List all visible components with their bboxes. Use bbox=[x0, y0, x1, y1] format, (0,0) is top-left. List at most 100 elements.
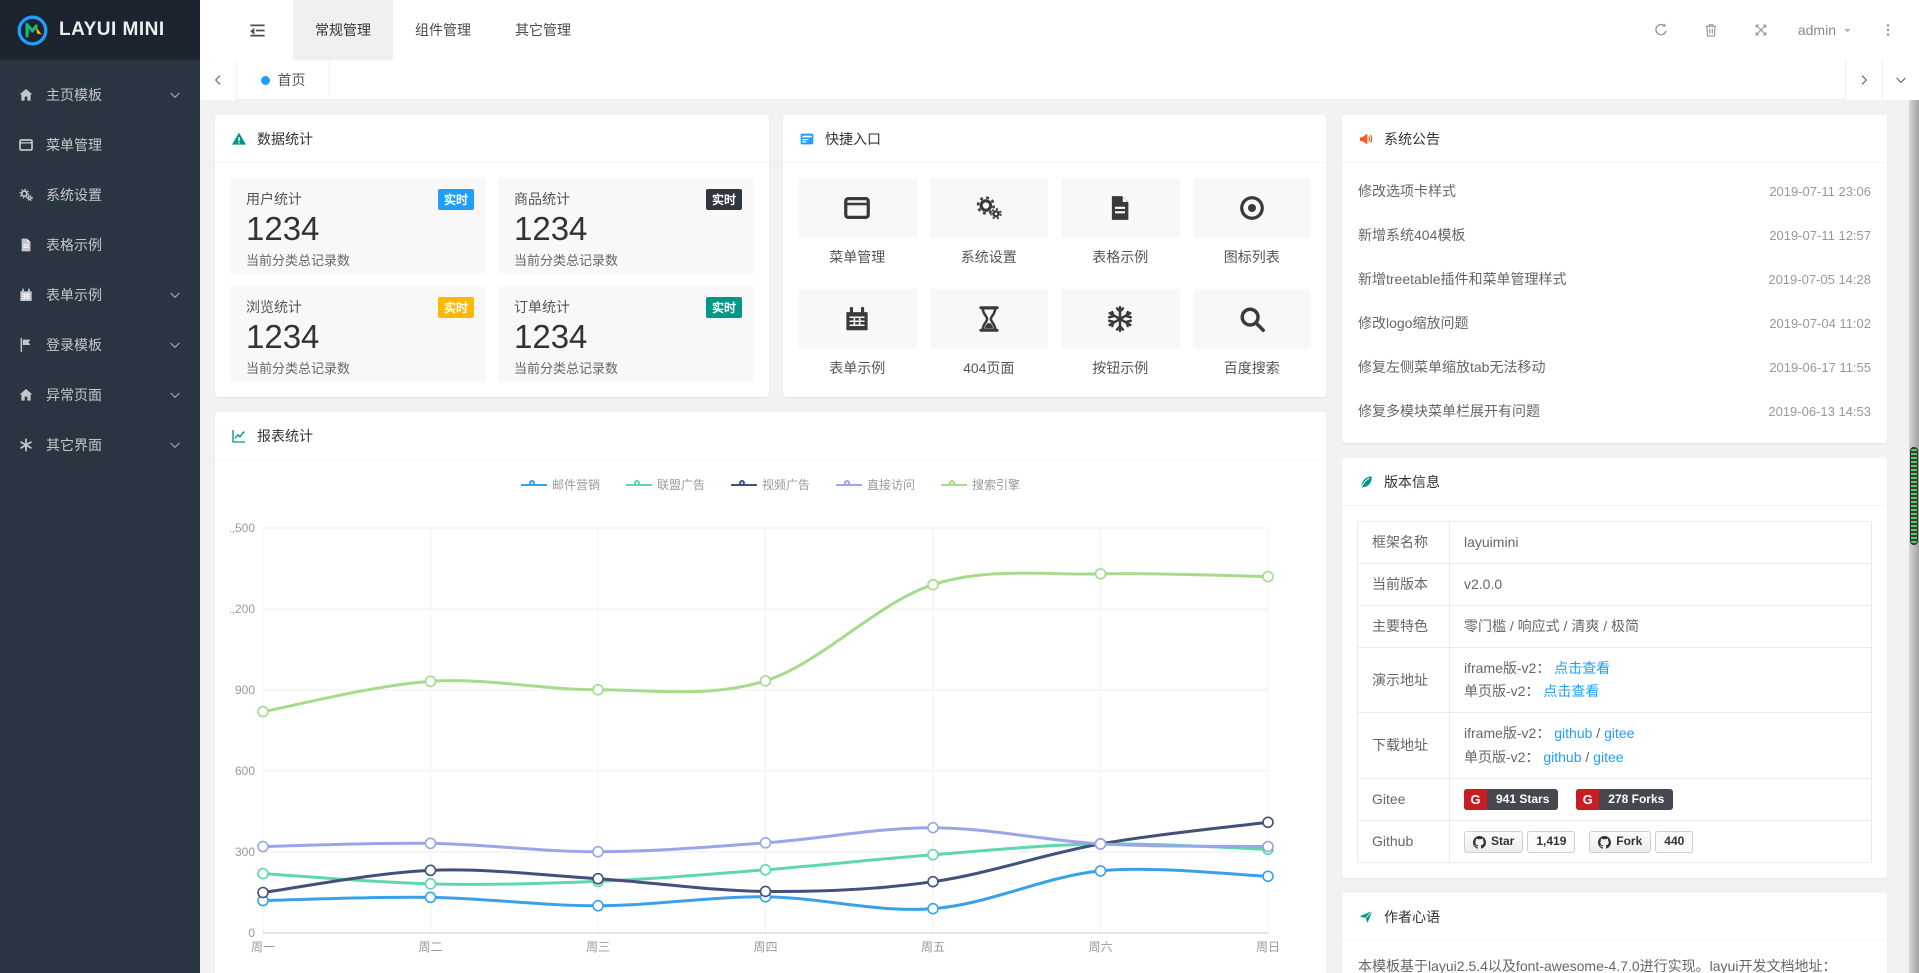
row-label: 当前版本 bbox=[1358, 564, 1450, 606]
quick-entry-baidu-search[interactable]: 百度搜索 bbox=[1193, 289, 1312, 378]
home-icon bbox=[18, 87, 35, 103]
gitee-icon: G bbox=[1576, 789, 1599, 810]
quick-entry-label: 菜单管理 bbox=[798, 247, 917, 267]
quick-entry-404-page[interactable]: 404页面 bbox=[930, 289, 1049, 378]
sidebar-item-login-template[interactable]: 登录模板 bbox=[0, 320, 200, 370]
snowflake-icon bbox=[1105, 304, 1135, 334]
sidebar-item-menu-manage[interactable]: 菜单管理 bbox=[0, 120, 200, 170]
table-row: 框架名称 layuimini bbox=[1358, 522, 1872, 564]
legend-item[interactable]: 视频广告 bbox=[731, 476, 810, 493]
row-label: Gitee bbox=[1358, 778, 1450, 820]
legend-item[interactable]: 直接访问 bbox=[836, 476, 915, 493]
stat-box-users: 用户统计 1234 当前分类总记录数 实时 bbox=[230, 178, 486, 274]
framework-name: layuimini bbox=[1450, 522, 1872, 564]
more-menu-button[interactable] bbox=[1871, 0, 1905, 60]
table-row: 演示地址 iframe版-v2： 点击查看 单页版-v2： 点击查看 bbox=[1358, 648, 1872, 713]
github-fork-count[interactable]: 440 bbox=[1655, 831, 1693, 853]
header-nav: 常规管理 组件管理 其它管理 bbox=[293, 0, 593, 60]
github-icon bbox=[1473, 836, 1486, 849]
download-github-link[interactable]: github bbox=[1543, 749, 1581, 765]
gitee-stars-badge[interactable]: G 941 Stars bbox=[1464, 789, 1558, 810]
collapse-sidebar-button[interactable] bbox=[237, 0, 277, 60]
quick-entry-system-settings[interactable]: 系统设置 bbox=[930, 178, 1049, 267]
sidebar-item-label: 菜单管理 bbox=[46, 135, 102, 155]
fullscreen-button[interactable] bbox=[1736, 0, 1786, 60]
sidebar-item-label: 登录模板 bbox=[46, 335, 102, 355]
window-icon bbox=[842, 193, 872, 223]
legend-item[interactable]: 联盟广告 bbox=[626, 476, 705, 493]
stat-box-views: 浏览统计 1234 当前分类总记录数 实时 bbox=[230, 286, 486, 382]
sidebar-item-form-demo[interactable]: 表单示例 bbox=[0, 270, 200, 320]
tab-scroll-right-button[interactable] bbox=[1845, 60, 1882, 100]
nav-tab-general[interactable]: 常规管理 bbox=[293, 0, 393, 60]
user-menu[interactable]: admin bbox=[1786, 0, 1871, 60]
stat-value: 1234 bbox=[246, 318, 470, 356]
svg-text:周二: 周二 bbox=[418, 940, 442, 954]
github-star-count[interactable]: 1,419 bbox=[1527, 831, 1575, 853]
chevron-down-icon bbox=[168, 88, 182, 102]
download-gitee-link[interactable]: gitee bbox=[1593, 749, 1623, 765]
author-line-1: 本模板基于layui2.5.4以及font-awesome-4.7.0进行实现。… bbox=[1358, 953, 1871, 973]
tab-home[interactable]: 首页 bbox=[237, 60, 330, 100]
features-value: 零门槛 / 响应式 / 清爽 / 极简 bbox=[1450, 606, 1872, 648]
sidebar-item-other-ui[interactable]: 其它界面 bbox=[0, 420, 200, 470]
refresh-button[interactable] bbox=[1636, 0, 1686, 60]
github-star-button[interactable]: Star bbox=[1464, 831, 1523, 853]
gears-icon bbox=[974, 193, 1004, 223]
sidebar-item-system-settings[interactable]: 系统设置 bbox=[0, 170, 200, 220]
sidebar-item-home-template[interactable]: 主页模板 bbox=[0, 70, 200, 120]
demo-spa-link[interactable]: 点击查看 bbox=[1543, 683, 1599, 699]
download-gitee-link[interactable]: gitee bbox=[1604, 725, 1634, 741]
svg-text:1,200: 1,200 bbox=[230, 602, 255, 616]
notice-text: 修改logo缩放问题 bbox=[1358, 313, 1468, 333]
tab-scroll-left-button[interactable] bbox=[200, 60, 237, 100]
bullhorn-icon bbox=[1358, 131, 1374, 147]
quick-entry-form-demo[interactable]: 表单示例 bbox=[798, 289, 917, 378]
sidebar-item-label: 表格示例 bbox=[46, 235, 102, 255]
quick-entry-table-demo[interactable]: 表格示例 bbox=[1061, 178, 1180, 267]
stat-desc: 当前分类总记录数 bbox=[246, 358, 470, 377]
legend-item[interactable]: 邮件营销 bbox=[521, 476, 600, 493]
row-label: 主要特色 bbox=[1358, 606, 1450, 648]
nav-tab-other[interactable]: 其它管理 bbox=[493, 0, 593, 60]
notice-time: 2019-07-11 12:57 bbox=[1769, 228, 1871, 243]
stat-value: 1234 bbox=[246, 210, 470, 248]
notice-text: 修复多模块菜单栏展开有问题 bbox=[1358, 401, 1540, 421]
main-content: 数据统计 用户统计 1234 当前分类总记录数 实时 商品统计 bbox=[200, 100, 1919, 973]
nav-tab-components[interactable]: 组件管理 bbox=[393, 0, 493, 60]
vertical-scrollbar[interactable] bbox=[1909, 100, 1919, 973]
quick-entry-button-demo[interactable]: 按钮示例 bbox=[1061, 289, 1180, 378]
sidebar-item-table-demo[interactable]: 表格示例 bbox=[0, 220, 200, 270]
row-label: Github bbox=[1358, 820, 1450, 862]
github-fork-button[interactable]: Fork bbox=[1589, 831, 1651, 853]
quick-entry-menu-manage[interactable]: 菜单管理 bbox=[798, 178, 917, 267]
row-label: 下载地址 bbox=[1358, 713, 1450, 778]
stat-box-products: 商品统计 1234 当前分类总记录数 实时 bbox=[498, 178, 754, 274]
sidebar-item-error-pages[interactable]: 异常页面 bbox=[0, 370, 200, 420]
brand-logo[interactable]: LAYUI MINI bbox=[0, 0, 200, 60]
search-icon bbox=[1237, 304, 1267, 334]
clear-cache-button[interactable] bbox=[1686, 0, 1736, 60]
table-row: Gitee G 941 Stars G 278 Forks bbox=[1358, 778, 1872, 820]
username: admin bbox=[1798, 22, 1836, 38]
card-title: 快捷入口 bbox=[825, 129, 881, 149]
demo-iframe-link[interactable]: 点击查看 bbox=[1554, 660, 1610, 676]
legend-item[interactable]: 搜索引擎 bbox=[941, 476, 1020, 493]
quick-entry-label: 百度搜索 bbox=[1193, 358, 1312, 378]
status-badge: 实时 bbox=[706, 297, 742, 318]
stat-label: 浏览统计 bbox=[246, 297, 470, 317]
gears-icon bbox=[18, 187, 35, 203]
chevron-down-icon bbox=[168, 338, 182, 352]
download-github-link[interactable]: github bbox=[1554, 725, 1592, 741]
chevron-down-icon bbox=[1894, 73, 1908, 87]
version-table: 框架名称 layuimini 当前版本 v2.0.0 主要特色 零门槛 / 响应… bbox=[1357, 521, 1872, 863]
quick-entry-icon-list[interactable]: 图标列表 bbox=[1193, 178, 1312, 267]
tab-options-button[interactable] bbox=[1882, 60, 1919, 100]
link-separator: / bbox=[1592, 725, 1604, 741]
table-row: Github Star 1,419 bbox=[1358, 820, 1872, 862]
flag-icon bbox=[18, 337, 35, 353]
scrollbar-thumb[interactable] bbox=[1910, 447, 1918, 545]
author-card: 作者心语 本模板基于layui2.5.4以及font-awesome-4.7.0… bbox=[1342, 893, 1887, 973]
leaf-icon bbox=[1358, 474, 1374, 490]
gitee-forks-badge[interactable]: G 278 Forks bbox=[1576, 789, 1673, 810]
